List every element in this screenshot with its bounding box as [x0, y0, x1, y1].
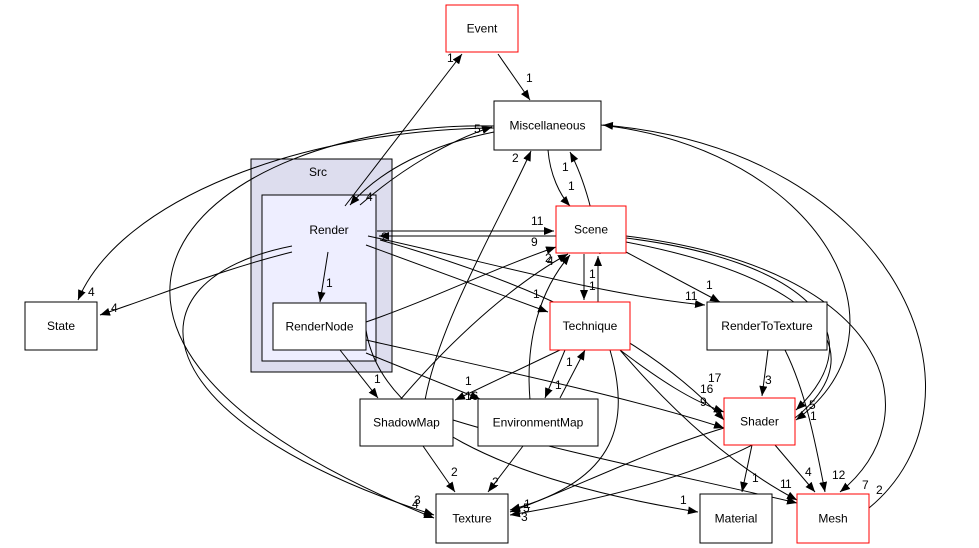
node-label: EnvironmentMap: [493, 416, 584, 430]
edge-miscellaneous-to-scene: [547, 149, 571, 207]
edge-count-label: 1: [785, 477, 792, 491]
edge-scene-to-mesh: [625, 235, 886, 493]
edge-shadowmap-to-scene: [399, 253, 569, 401]
edge-count-label: 4: [547, 254, 554, 268]
edge-shader-to-material: [740, 444, 753, 493]
node-label: Shader: [740, 415, 779, 429]
node-state[interactable]: State: [24, 301, 98, 351]
node-label: Technique: [563, 319, 618, 333]
edge-count-label: 2: [512, 151, 519, 165]
edge-count-label: 12: [832, 468, 846, 482]
node-rendernode[interactable]: RenderNode: [272, 302, 367, 351]
dependency-graph: Src Render Event Miscellaneous RenderNode S…: [24, 4, 927, 544]
node-label: Event: [467, 22, 498, 36]
node-envmap[interactable]: EnvironmentMap: [477, 398, 599, 447]
edge-count-label: 9: [700, 395, 707, 409]
edge-count-label: 1: [533, 287, 540, 301]
node-label: State: [47, 319, 75, 333]
edge-count-label: 11: [685, 289, 698, 303]
edge-count-label: 4: [88, 285, 95, 299]
node-texture[interactable]: Texture: [435, 493, 509, 544]
edge-count-label: 1: [526, 71, 533, 85]
edge-count-label: 2: [492, 475, 499, 489]
edge-count-label: 3: [765, 373, 772, 387]
edge-count-label: 2: [876, 483, 883, 497]
edge-count-label: 4: [366, 190, 373, 204]
edge-rendernode-to-scene: [365, 246, 557, 323]
edge-count-label: 1: [562, 160, 569, 174]
node-event[interactable]: Event: [445, 4, 519, 53]
edge-miscellaneous-to-shader: [600, 124, 851, 421]
edge-count-label: 2: [381, 230, 388, 244]
node-label: Miscellaneous: [509, 119, 585, 133]
edge-render-to-technique: [365, 244, 549, 313]
cluster-src-label: Src: [309, 165, 327, 179]
node-misc[interactable]: Miscellaneous: [493, 100, 602, 151]
edge-count-label: 2: [451, 465, 458, 479]
edge-count-label: 4: [412, 497, 419, 511]
node-material[interactable]: Material: [699, 493, 773, 544]
node-label: Mesh: [818, 512, 847, 526]
edge-count-label: 1: [752, 471, 759, 485]
edge-count-label: 1: [566, 355, 573, 369]
node-scene[interactable]: Scene: [555, 205, 627, 254]
edge-count-label: 1: [680, 493, 687, 507]
edge-count-label: 1: [465, 374, 472, 388]
edge-count-label: 1: [810, 409, 817, 423]
edge-count-label: 1: [555, 378, 562, 392]
edge-count-label: 4: [805, 465, 812, 479]
node-label: Material: [715, 512, 758, 526]
node-rtt[interactable]: RenderToTexture: [706, 301, 828, 351]
edge-shadowmap-to-miscellaneous: [424, 150, 532, 401]
edge-count-label: 1: [706, 278, 713, 292]
edge-count-label: 1: [568, 179, 575, 193]
edge-count-label: 1: [589, 279, 596, 293]
node-label: Scene: [574, 223, 608, 237]
edge-count-label: 16: [465, 389, 479, 403]
node-label: RenderNode: [285, 320, 353, 334]
edge-count-label: 5: [474, 122, 481, 136]
edge-labels: 11541144119211122411111 11611317169 511 4 12…: [88, 51, 883, 524]
edge-count-label: 11: [531, 214, 544, 228]
edge-scene-to-rendertotexture: [625, 251, 721, 303]
node-shader[interactable]: Shader: [723, 397, 796, 446]
node-technique[interactable]: Technique: [549, 301, 631, 351]
edge-rendernode-to-environmentmap: [365, 352, 481, 400]
edge-count-label: 1: [374, 372, 381, 386]
node-label: ShadowMap: [373, 416, 440, 430]
node-mesh[interactable]: Mesh: [796, 493, 870, 544]
edge-count-label: 4: [111, 301, 118, 315]
node-label: RenderToTexture: [721, 319, 813, 333]
cluster-render-label: Render: [309, 223, 348, 237]
edge-count-label: 1: [326, 276, 333, 290]
edge-count-label: 1: [447, 51, 454, 65]
edge-count-label: 7: [862, 478, 869, 492]
node-shadowmap[interactable]: ShadowMap: [359, 398, 454, 447]
edge-count-label: 3: [521, 510, 528, 524]
edge-count-label: 9: [531, 235, 538, 249]
node-label: Texture: [452, 512, 492, 526]
edge-count-label: 16: [700, 382, 714, 396]
